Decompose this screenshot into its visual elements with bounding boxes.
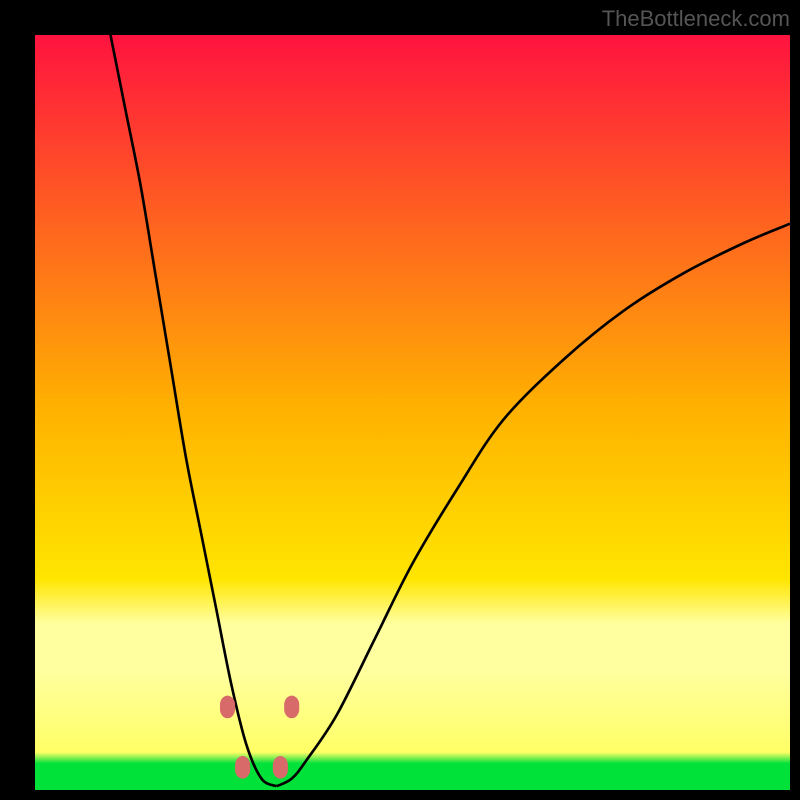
left-curve: [111, 35, 277, 786]
chart-svg: [35, 35, 790, 790]
marker: [220, 696, 235, 719]
marker: [235, 756, 250, 779]
marker: [273, 756, 288, 779]
markers-group: [220, 696, 299, 779]
chart-area: [35, 35, 790, 790]
right-curve: [277, 224, 790, 786]
watermark: TheBottleneck.com: [602, 6, 790, 32]
marker: [284, 696, 299, 719]
